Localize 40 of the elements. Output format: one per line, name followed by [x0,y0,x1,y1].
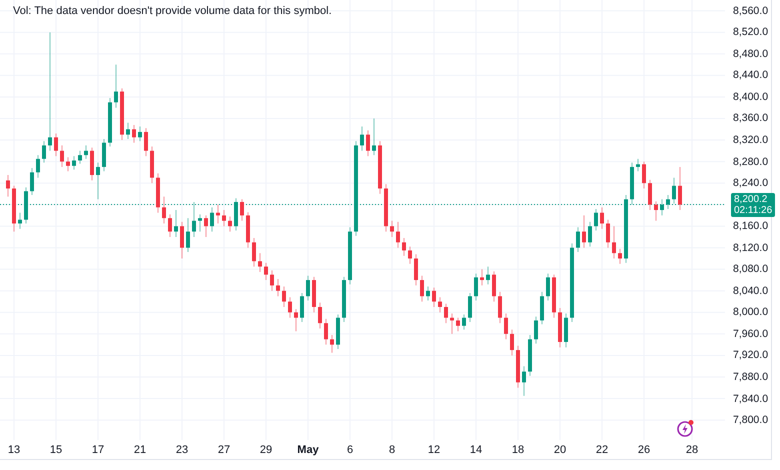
time-axis-label: 28 [686,444,698,456]
time-axis-label: May [297,444,319,456]
price-axis-label: 8,440.0 [733,69,768,82]
time-axis-label: 8 [388,444,396,456]
time-axis-label: 20 [554,444,566,456]
time-axis-label: 14 [470,444,482,456]
price-axis-label: 8,160.0 [733,220,768,232]
price-axis-label: 7,920.0 [733,349,768,362]
bar-countdown: 02:11:26 [734,204,772,216]
price-axis-label: 8,000.0 [733,306,768,318]
price-axis-label: 7,840.0 [733,392,768,405]
volume-note: Vol: The data vendor doesn't provide volume data for this symbol. [13,5,332,17]
price-axis-label: 8,240.0 [733,177,768,190]
price-axis-label: 7,800.0 [733,414,768,426]
price-axis-label: 8,320.0 [733,134,768,146]
last-price: 8,200.2 [734,194,768,205]
lightning-icon[interactable] [676,418,696,438]
time-axis-label: 26 [638,444,650,456]
time-axis-label: 18 [512,444,524,456]
time-axis-label: 29 [260,444,272,456]
time-axis-label: 23 [176,444,188,456]
price-axis-label: 7,960.0 [733,328,768,340]
price-axis-label: 8,480.0 [733,48,768,60]
time-axis-label: 27 [218,444,230,456]
time-axis-label: 13 [8,444,20,456]
time-axis-label: 17 [92,444,104,456]
time-axis-label: 12 [428,444,440,456]
price-axis-label: 8,120.0 [733,242,768,254]
time-axis-label: 15 [50,444,62,456]
price-axis-label: 8,040.0 [733,284,768,297]
time-axis-label: 6 [346,444,354,456]
time-axis-label: 22 [596,444,608,456]
price-axis-label: 8,360.0 [733,112,768,124]
price-axis-label: 8,520.0 [733,26,768,38]
price-axis-label: 8,560.0 [733,4,768,17]
price-axis-label: 8,080.0 [733,263,768,276]
price-axis-label: 8,400.0 [733,90,768,103]
price-axis-label: 8,280.0 [733,156,768,168]
price-axis-label: 7,880.0 [733,370,768,383]
time-axis-label: 21 [134,444,146,456]
